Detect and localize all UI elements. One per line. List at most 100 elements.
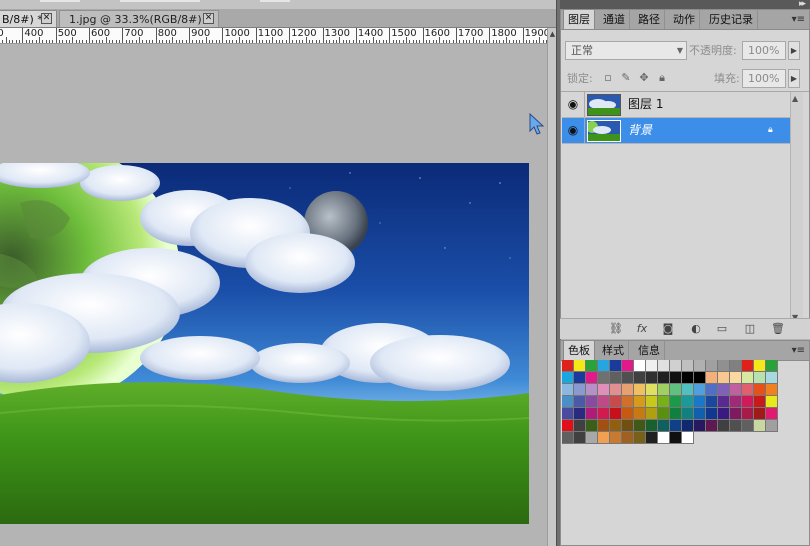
color-swatch[interactable]	[694, 372, 706, 384]
eye-icon[interactable]: ◉	[566, 124, 580, 137]
color-swatch[interactable]	[742, 420, 754, 432]
panel-menu-icon[interactable]: ▾≡	[792, 345, 805, 356]
layer-row-selected[interactable]: ◉ 背景 🔒︎	[562, 118, 791, 144]
close-icon[interactable]: ✕	[203, 13, 214, 24]
color-swatch[interactable]	[598, 408, 610, 420]
eye-icon[interactable]: ◉	[566, 98, 580, 111]
color-swatch[interactable]	[742, 384, 754, 396]
color-swatch[interactable]	[670, 408, 682, 420]
panel-menu-icon[interactable]: ▾≡	[792, 14, 805, 25]
color-swatch[interactable]	[754, 396, 766, 408]
color-swatch[interactable]	[574, 360, 586, 372]
color-swatch[interactable]	[634, 408, 646, 420]
adjustment-icon[interactable]: ◐	[688, 322, 704, 336]
color-swatch[interactable]	[646, 372, 658, 384]
document-tab-active[interactable]: B/8#) * ✕	[0, 10, 57, 27]
color-swatch[interactable]	[610, 420, 622, 432]
color-swatch[interactable]	[670, 396, 682, 408]
color-swatch[interactable]	[658, 396, 670, 408]
color-swatch[interactable]	[610, 360, 622, 372]
close-icon[interactable]: ✕	[41, 13, 52, 24]
color-swatch[interactable]	[766, 384, 778, 396]
color-swatch[interactable]	[754, 372, 766, 384]
color-swatch[interactable]	[598, 372, 610, 384]
color-swatch[interactable]	[766, 372, 778, 384]
color-swatch[interactable]	[718, 384, 730, 396]
color-swatch[interactable]	[610, 408, 622, 420]
color-swatch[interactable]	[574, 372, 586, 384]
color-swatch[interactable]	[622, 432, 634, 444]
color-swatch[interactable]	[682, 372, 694, 384]
fill-stepper[interactable]: ▶	[788, 69, 800, 88]
color-swatch[interactable]	[646, 360, 658, 372]
color-swatch[interactable]	[562, 372, 574, 384]
color-swatch[interactable]	[634, 396, 646, 408]
trash-icon[interactable]: 🗑︎	[770, 322, 786, 336]
color-swatch[interactable]	[670, 372, 682, 384]
color-swatch[interactable]	[574, 420, 586, 432]
color-swatch[interactable]	[670, 360, 682, 372]
color-swatch[interactable]	[634, 360, 646, 372]
color-swatch[interactable]	[610, 432, 622, 444]
color-swatch[interactable]	[622, 420, 634, 432]
scroll-up-icon[interactable]: ▲	[792, 94, 798, 103]
color-swatch[interactable]	[586, 432, 598, 444]
color-swatch[interactable]	[658, 420, 670, 432]
color-swatch[interactable]	[622, 384, 634, 396]
lock-position-icon[interactable]: ✥	[638, 72, 650, 84]
color-swatch[interactable]	[586, 420, 598, 432]
layers-scrollbar[interactable]: ▲ ▼	[790, 92, 803, 324]
color-swatch[interactable]	[706, 360, 718, 372]
color-swatch[interactable]	[718, 372, 730, 384]
collapse-panels-icon[interactable]: ▸▸	[799, 0, 806, 9]
color-swatch[interactable]	[754, 420, 766, 432]
color-swatch[interactable]	[586, 360, 598, 372]
tab-actions[interactable]: 动作	[669, 10, 700, 29]
color-swatch[interactable]	[742, 360, 754, 372]
document-tab-inactive[interactable]: 1.jpg @ 33.3%(RGB/8#) ✕	[59, 10, 219, 27]
color-swatch[interactable]	[658, 408, 670, 420]
document-image[interactable]	[0, 163, 529, 524]
color-swatch[interactable]	[574, 408, 586, 420]
color-swatch[interactable]	[742, 408, 754, 420]
color-swatch[interactable]	[598, 432, 610, 444]
color-swatch[interactable]	[694, 396, 706, 408]
color-swatch[interactable]	[622, 408, 634, 420]
link-icon[interactable]: ⛓	[608, 322, 624, 336]
color-swatch[interactable]	[742, 396, 754, 408]
tab-info[interactable]: 信息	[634, 341, 665, 360]
color-swatch[interactable]	[574, 396, 586, 408]
color-swatch[interactable]	[670, 420, 682, 432]
color-swatch[interactable]	[634, 432, 646, 444]
color-swatch[interactable]	[754, 408, 766, 420]
color-swatch[interactable]	[646, 420, 658, 432]
tab-styles[interactable]: 样式	[598, 341, 629, 360]
lock-brush-icon[interactable]: ✎	[620, 72, 632, 84]
color-swatch[interactable]	[586, 384, 598, 396]
color-swatch[interactable]	[730, 384, 742, 396]
color-swatch[interactable]	[658, 360, 670, 372]
color-swatch[interactable]	[706, 384, 718, 396]
color-swatch[interactable]	[610, 384, 622, 396]
color-swatch[interactable]	[646, 408, 658, 420]
color-swatch[interactable]	[706, 396, 718, 408]
color-swatch[interactable]	[766, 420, 778, 432]
color-swatch[interactable]	[718, 420, 730, 432]
color-swatch[interactable]	[562, 420, 574, 432]
color-swatch[interactable]	[658, 372, 670, 384]
color-swatch[interactable]	[562, 360, 574, 372]
color-swatch[interactable]	[562, 396, 574, 408]
color-swatch[interactable]	[682, 396, 694, 408]
color-swatch[interactable]	[586, 408, 598, 420]
color-swatch[interactable]	[754, 360, 766, 372]
color-swatch[interactable]	[586, 396, 598, 408]
color-swatch[interactable]	[730, 360, 742, 372]
color-swatch[interactable]	[694, 360, 706, 372]
fx-icon[interactable]: fx	[634, 322, 650, 336]
tab-layers[interactable]: 图层	[563, 10, 595, 29]
tab-channels[interactable]: 通道	[599, 10, 630, 29]
color-swatch[interactable]	[694, 408, 706, 420]
color-swatch[interactable]	[694, 384, 706, 396]
color-swatch[interactable]	[766, 360, 778, 372]
color-swatch[interactable]	[610, 396, 622, 408]
